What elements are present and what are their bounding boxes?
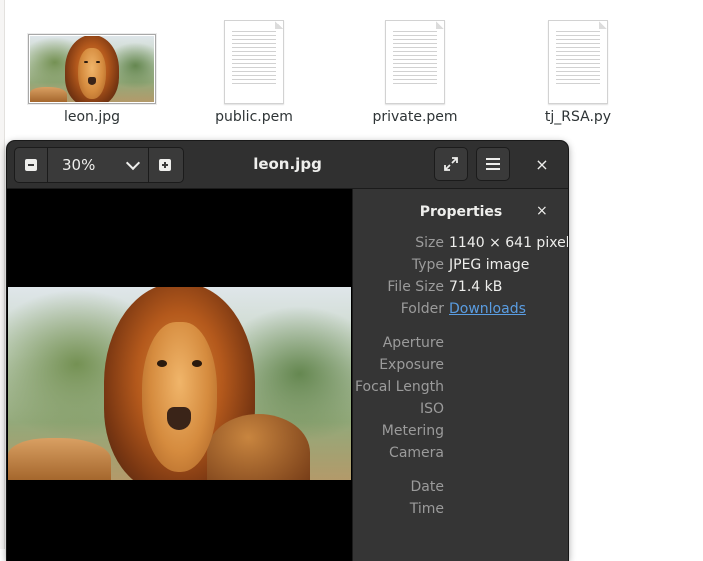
close-icon: × bbox=[535, 154, 549, 174]
property-key: ISO bbox=[419, 401, 444, 417]
property-key: Camera bbox=[389, 445, 444, 461]
image-viewer-window: 30% leon.jpg × Properties × Size 1140 × … bbox=[7, 141, 568, 561]
text-document-icon bbox=[224, 20, 284, 104]
property-row-type: Type JPEG image bbox=[353, 257, 568, 279]
close-properties-button[interactable]: × bbox=[536, 203, 548, 219]
text-document-icon bbox=[385, 20, 445, 104]
property-row-aperture: Aperture bbox=[353, 335, 568, 357]
property-key: Type bbox=[411, 257, 444, 273]
fullscreen-icon bbox=[444, 157, 458, 171]
property-value: 71.4 kB bbox=[449, 279, 503, 295]
menu-button[interactable] bbox=[476, 147, 510, 181]
zoom-in-icon bbox=[159, 159, 171, 171]
file-item-public-pem[interactable]: public.pem bbox=[179, 12, 329, 125]
property-row-date: Date bbox=[353, 479, 568, 501]
header-bar: 30% leon.jpg × bbox=[7, 141, 568, 189]
chevron-down-icon bbox=[125, 155, 141, 170]
property-value: 1140 × 641 pixels bbox=[449, 235, 568, 251]
property-row-file-size: File Size 71.4 kB bbox=[353, 279, 568, 301]
property-row-focal-length: Focal Length bbox=[353, 379, 568, 401]
properties-sidebar: Properties × Size 1140 × 641 pixels Type… bbox=[352, 189, 568, 561]
fullscreen-button[interactable] bbox=[434, 147, 468, 181]
close-icon: × bbox=[536, 203, 548, 219]
file-item-leon[interactable]: leon.jpg bbox=[17, 12, 167, 125]
property-row-time: Time bbox=[353, 501, 568, 523]
image-canvas[interactable] bbox=[7, 189, 352, 561]
file-name: private.pem bbox=[372, 109, 458, 125]
window-edge bbox=[0, 0, 5, 549]
image-thumbnail bbox=[28, 34, 156, 104]
property-row-iso: ISO bbox=[353, 401, 568, 423]
file-name: tj_RSA.py bbox=[544, 109, 612, 125]
file-item-private-pem[interactable]: private.pem bbox=[340, 12, 490, 125]
property-row-exposure: Exposure bbox=[353, 357, 568, 379]
property-key: File Size bbox=[387, 279, 444, 295]
zoom-level-label: 30% bbox=[62, 156, 96, 174]
text-document-icon bbox=[548, 20, 608, 104]
zoom-controls: 30% bbox=[14, 147, 184, 183]
file-name: leon.jpg bbox=[63, 109, 121, 125]
close-window-button[interactable]: × bbox=[525, 147, 559, 181]
property-key: Time bbox=[409, 501, 444, 517]
property-key: Size bbox=[415, 235, 444, 251]
property-row-camera: Camera bbox=[353, 445, 568, 467]
file-name: public.pem bbox=[215, 109, 293, 125]
property-row-metering: Metering bbox=[353, 423, 568, 445]
property-key: Exposure bbox=[379, 357, 444, 373]
displayed-image bbox=[8, 287, 351, 480]
zoom-out-button[interactable] bbox=[15, 148, 47, 182]
zoom-level-dropdown[interactable]: 30% bbox=[47, 148, 149, 182]
property-row-folder: Folder Downloads bbox=[353, 301, 568, 323]
zoom-in-button[interactable] bbox=[149, 148, 181, 182]
file-item-tj-rsa-py[interactable]: tj_RSA.py bbox=[503, 12, 653, 125]
property-key: Aperture bbox=[382, 335, 444, 351]
property-key: Focal Length bbox=[354, 379, 444, 395]
folder-link[interactable]: Downloads bbox=[449, 301, 526, 317]
property-key: Folder bbox=[400, 301, 444, 317]
property-key: Metering bbox=[381, 423, 444, 439]
property-value: JPEG image bbox=[449, 257, 530, 273]
property-row-size: Size 1140 × 641 pixels bbox=[353, 235, 568, 257]
hamburger-menu-icon bbox=[486, 158, 500, 170]
property-key: Date bbox=[410, 479, 444, 495]
zoom-out-icon bbox=[25, 159, 37, 171]
